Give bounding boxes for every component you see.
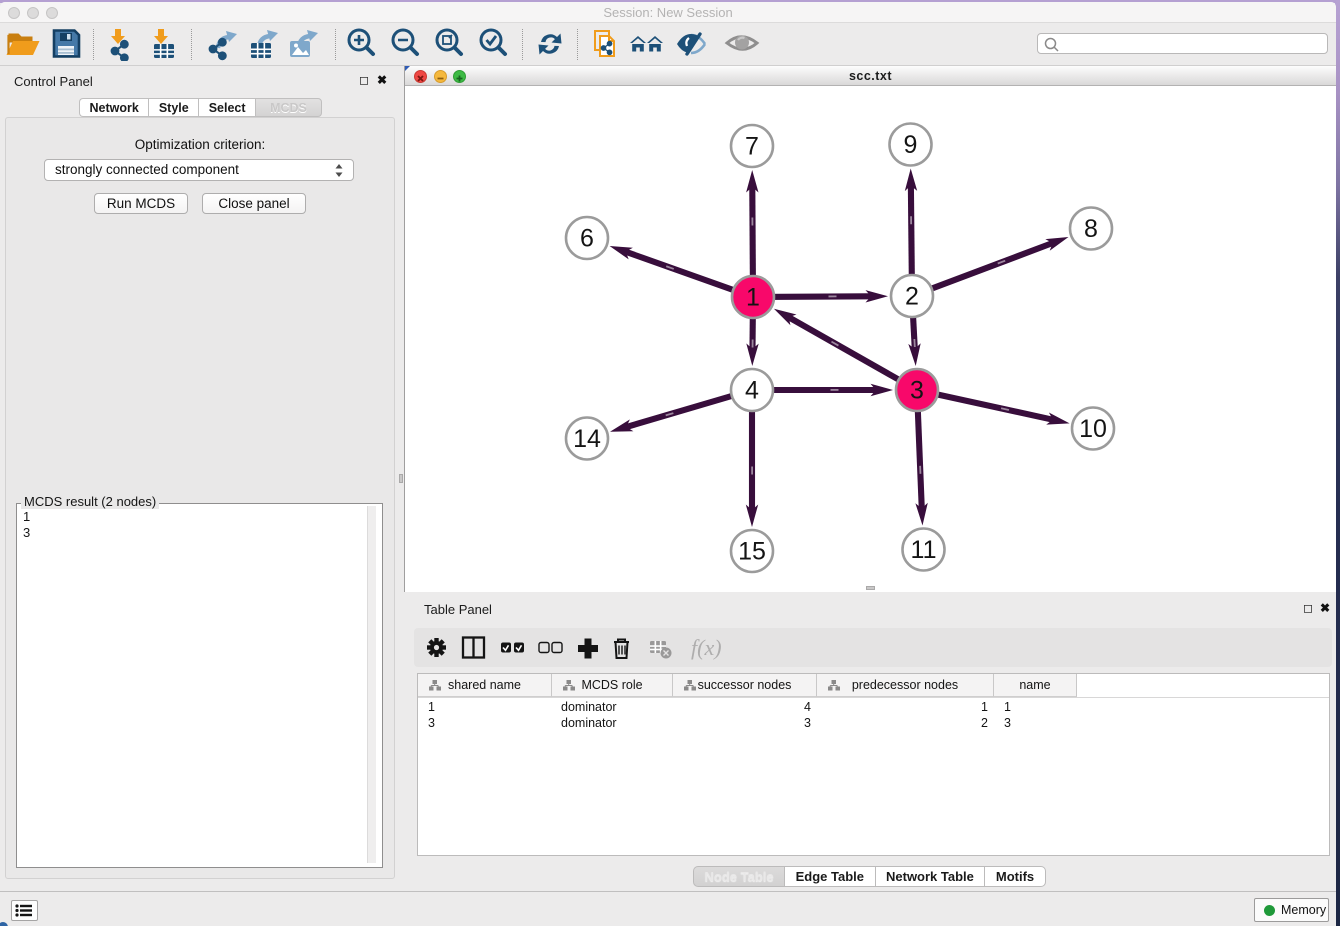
svg-text:14: 14 <box>573 425 601 453</box>
svg-text:3: 3 <box>910 377 924 405</box>
svg-text:9: 9 <box>904 131 918 159</box>
svg-text:15: 15 <box>738 538 766 566</box>
svg-text:10: 10 <box>1079 415 1107 443</box>
svg-text:7: 7 <box>745 133 759 161</box>
svg-text:11: 11 <box>911 536 937 564</box>
svg-text:8: 8 <box>1084 215 1098 243</box>
svg-text:1: 1 <box>746 284 760 312</box>
svg-text:4: 4 <box>745 377 759 405</box>
svg-text:2: 2 <box>905 283 919 311</box>
svg-text:f(x): f(x) <box>691 635 722 660</box>
svg-text:6: 6 <box>580 225 594 253</box>
